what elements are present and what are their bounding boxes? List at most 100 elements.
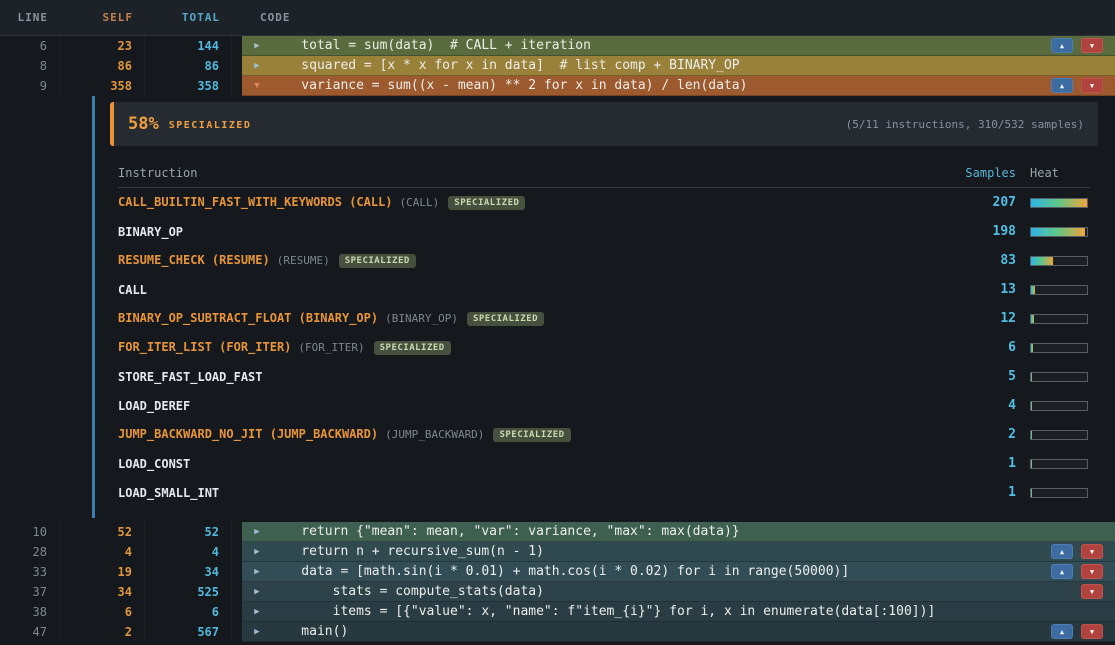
specialized-percent: 58%: [128, 114, 159, 134]
instruction-base-opcode: (RESUME): [277, 254, 330, 267]
line-number: 28: [0, 542, 60, 562]
instruction-name: LOAD_SMALL_INT: [118, 486, 219, 500]
total-samples: 358: [145, 76, 232, 96]
code-cell[interactable]: ▶ items = [{"value": x, "name": f"item_{…: [242, 602, 1115, 622]
instruction-base-opcode: (BINARY_OP): [385, 312, 458, 325]
code-rows-top: 623144▶ total = sum(data) # CALL + itera…: [0, 36, 1115, 96]
instruction-samples: 83: [952, 253, 1016, 268]
code-cell[interactable]: ▶ stats = compute_stats(data)▼: [242, 582, 1115, 602]
instruction-row: BINARY_OP_SUBTRACT_FLOAT (BINARY_OP)(BIN…: [118, 304, 1090, 333]
instruction-name-cell: CALL: [118, 283, 952, 297]
instruction-row: LOAD_CONST1: [118, 449, 1090, 478]
instruction-name-cell: CALL_BUILTIN_FAST_WITH_KEYWORDS (CALL)(C…: [118, 195, 952, 210]
specialization-summary-band: 58% SPECIALIZED (5/11 instructions, 310/…: [110, 102, 1098, 146]
code-cell[interactable]: ▼ variance = sum((x - mean) ** 2 for x i…: [242, 76, 1115, 96]
source-code-text: return n + recursive_sum(n - 1): [270, 542, 544, 562]
instruction-name-cell: BINARY_OP: [118, 225, 952, 239]
code-cell[interactable]: ▶ return {"mean": mean, "var": variance,…: [242, 522, 1115, 542]
specialized-badge: SPECIALIZED: [467, 312, 544, 326]
expand-indicator-line: [92, 96, 95, 518]
specialized-badge: SPECIALIZED: [448, 196, 525, 210]
specialized-label: SPECIALIZED: [169, 120, 252, 131]
expand-row-icon[interactable]: ▶: [250, 36, 264, 56]
instruction-samples: 13: [952, 282, 1016, 297]
self-samples: 4: [60, 542, 145, 562]
heat-bar: [1030, 285, 1088, 295]
instruction-name: CALL_BUILTIN_FAST_WITH_KEYWORDS (CALL): [118, 195, 393, 209]
instruction-row: LOAD_DEREF4: [118, 391, 1090, 420]
total-samples: 144: [145, 36, 232, 56]
instruction-name-cell: LOAD_SMALL_INT: [118, 486, 952, 500]
instruction-samples: 4: [952, 398, 1016, 413]
instruction-row: CALL_BUILTIN_FAST_WITH_KEYWORDS (CALL)(C…: [118, 188, 1090, 217]
heat-cell: [1016, 372, 1090, 382]
total-samples: 6: [145, 602, 232, 622]
total-samples: 4: [145, 542, 232, 562]
total-samples: 567: [145, 622, 232, 642]
code-cell[interactable]: ▶ total = sum(data) # CALL + iteration▲▼: [242, 36, 1115, 56]
code-cell[interactable]: ▶ main()▲▼: [242, 622, 1115, 642]
instruction-table-header: Instruction Samples Heat: [118, 158, 1090, 188]
instruction-samples: 2: [952, 427, 1016, 442]
expand-row-icon[interactable]: ▶: [250, 56, 264, 76]
self-samples: 19: [60, 562, 145, 582]
collapse-row-icon[interactable]: ▼: [250, 76, 264, 96]
prev-hot-line-button[interactable]: ▲: [1051, 38, 1073, 53]
code-row-line-38: 3866▶ items = [{"value": x, "name": f"it…: [0, 602, 1115, 622]
self-samples: 34: [60, 582, 145, 602]
code-rows-bottom: 105252▶ return {"mean": mean, "var": var…: [0, 522, 1115, 642]
heat-bar-fill: [1031, 402, 1032, 410]
instruction-name-cell: LOAD_CONST: [118, 457, 952, 471]
code-cell[interactable]: ▶ squared = [x * x for x in data] # list…: [242, 56, 1115, 76]
self-samples: 23: [60, 36, 145, 56]
heat-cell: [1016, 256, 1090, 266]
expand-row-icon[interactable]: ▶: [250, 542, 264, 562]
code-cell[interactable]: ▶ data = [math.sin(i * 0.01) + math.cos(…: [242, 562, 1115, 582]
instruction-samples: 6: [952, 340, 1016, 355]
code-cell[interactable]: ▶ return n + recursive_sum(n - 1) ▲ ▼: [242, 542, 1115, 562]
heat-bar-fill: [1031, 286, 1035, 294]
next-hot-line-button[interactable]: ▼: [1081, 544, 1103, 559]
expand-row-icon[interactable]: ▶: [250, 622, 264, 642]
expand-row-icon[interactable]: ▶: [250, 582, 264, 602]
self-samples: 52: [60, 522, 145, 542]
next-hot-line-button[interactable]: ▼: [1081, 78, 1103, 93]
expand-row-icon[interactable]: ▶: [250, 562, 264, 582]
prev-hot-line-button[interactable]: ▲: [1051, 544, 1073, 559]
source-code-text: variance = sum((x - mean) ** 2 for x in …: [270, 76, 747, 96]
line-number: 38: [0, 602, 60, 622]
self-samples: 358: [60, 76, 145, 96]
row-nav-buttons: ▲▼: [1051, 564, 1103, 579]
row-nav-buttons: ▲▼: [1051, 38, 1103, 53]
profiler-view: LINE SELF TOTAL CODE 623144▶ total = sum…: [0, 0, 1115, 645]
expand-row-icon[interactable]: ▶: [250, 522, 264, 542]
code-row-line-33: 331934▶ data = [math.sin(i * 0.01) + mat…: [0, 562, 1115, 582]
line-number: 37: [0, 582, 60, 602]
heat-bar: [1030, 227, 1088, 237]
prev-hot-line-button[interactable]: ▲: [1051, 624, 1073, 639]
next-hot-line-button[interactable]: ▼: [1081, 584, 1103, 599]
source-code-text: data = [math.sin(i * 0.01) + math.cos(i …: [270, 562, 849, 582]
expand-row-icon[interactable]: ▶: [250, 602, 264, 622]
next-hot-line-button[interactable]: ▼: [1081, 38, 1103, 53]
code-row-line-10: 105252▶ return {"mean": mean, "var": var…: [0, 522, 1115, 542]
heat-bar: [1030, 256, 1088, 266]
next-hot-line-button[interactable]: ▼: [1081, 624, 1103, 639]
instruction-name: CALL: [118, 283, 147, 297]
instruction-samples: 1: [952, 485, 1016, 500]
code-row-line-8: 88686▶ squared = [x * x for x in data] #…: [0, 56, 1115, 76]
heat-bar-fill: [1031, 228, 1085, 236]
total-samples: 86: [145, 56, 232, 76]
source-code-text: return {"mean": mean, "var": variance, "…: [270, 522, 740, 542]
heat-bar-fill: [1031, 431, 1032, 439]
expanded-line-detail: 58% SPECIALIZED (5/11 instructions, 310/…: [0, 96, 1115, 522]
instruction-name-cell: LOAD_DEREF: [118, 399, 952, 413]
table-header: LINE SELF TOTAL CODE: [0, 0, 1115, 36]
prev-hot-line-button[interactable]: ▲: [1051, 564, 1073, 579]
heat-cell: [1016, 314, 1090, 324]
prev-hot-line-button[interactable]: ▲: [1051, 78, 1073, 93]
next-hot-line-button[interactable]: ▼: [1081, 564, 1103, 579]
specialization-counts: (5/11 instructions, 310/532 samples): [846, 118, 1084, 131]
line-number: 10: [0, 522, 60, 542]
instruction-table: Instruction Samples Heat CALL_BUILTIN_FA…: [110, 158, 1098, 507]
